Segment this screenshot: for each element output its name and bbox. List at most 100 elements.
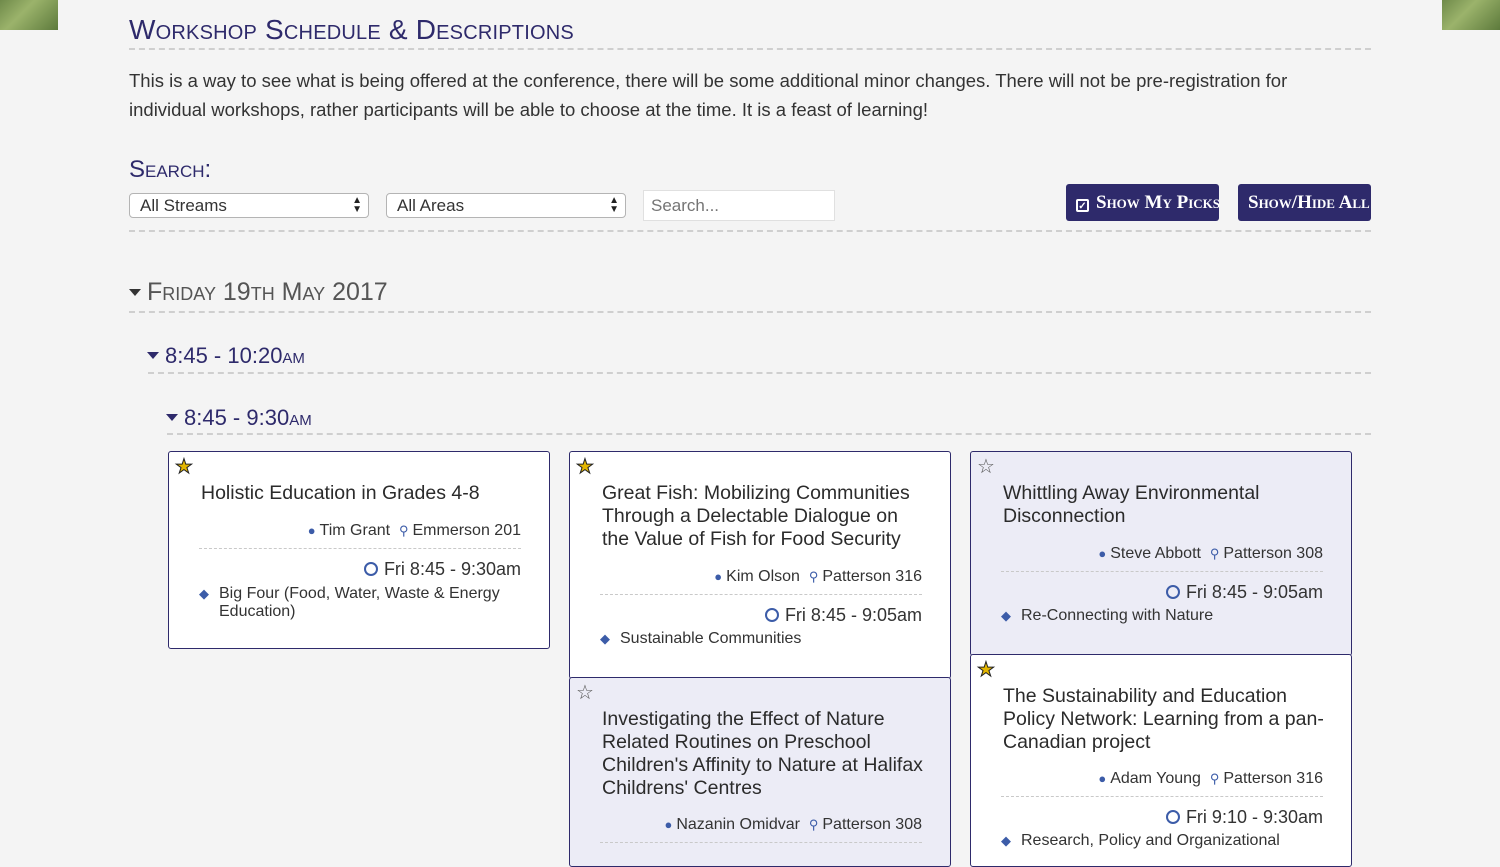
time-slot-label: 8:45 - 9:30am (184, 405, 312, 430)
workshop-meta: ● Steve Abbott ⚲ Patterson 308 (1098, 545, 1323, 563)
areas-select-value: All Areas (397, 196, 465, 215)
workshop-title: The Sustainability and Education Policy … (1003, 685, 1324, 753)
search-label: Search: (129, 156, 212, 183)
card-divider (600, 594, 922, 595)
stream-label: Re-Connecting with Nature (1021, 607, 1214, 624)
show-hide-all-label: Show/Hide All (1248, 192, 1370, 213)
workshop-card[interactable]: ★ Holistic Education in Grades 4-8 ● Tim … (168, 451, 550, 649)
workshop-time: Fri 8:45 - 9:30am (363, 559, 521, 580)
presenter: Steve Abbott (1110, 545, 1201, 562)
divider (129, 48, 1371, 50)
areas-select[interactable]: All Areas ▲ ▼ (386, 193, 626, 218)
workshop-stream: ◆ Re-Connecting with Nature (1001, 607, 1311, 625)
clock-icon (1165, 810, 1180, 824)
map-pin-icon: ⚲ (1209, 546, 1220, 561)
caret-down-icon (166, 414, 178, 421)
caret-down-icon (147, 352, 159, 359)
card-divider (1001, 796, 1323, 797)
header-photo-left (0, 0, 58, 30)
checkbox-icon: ✓ (1076, 199, 1089, 212)
divider (148, 372, 1371, 374)
workshop-stream: ◆ Big Four (Food, Water, Waste & Energy E… (199, 585, 509, 621)
presenter: Tim Grant (319, 522, 391, 539)
map-pin-icon: ⚲ (398, 523, 409, 538)
card-divider (199, 548, 521, 549)
workshop-card[interactable]: ☆ Investigating the Effect of Nature Rel… (569, 677, 951, 867)
time-slot-heading[interactable]: 8:45 - 9:30am (166, 405, 312, 431)
star-pick-icon[interactable]: ★ (175, 457, 194, 478)
time-label: Fri 8:45 - 9:30am (383, 559, 521, 579)
day-label: Friday 19th May 2017 (147, 278, 388, 306)
streams-select-value: All Streams (140, 196, 227, 215)
stream-label: Research, Policy and Organizational (1021, 832, 1280, 849)
map-pin-icon: ⚲ (808, 817, 819, 832)
time-label: Fri 8:45 - 9:05am (1185, 582, 1323, 602)
card-divider (1001, 571, 1323, 572)
room: Patterson 316 (1223, 770, 1323, 787)
search-input[interactable] (643, 190, 835, 221)
workshop-meta: ● Adam Young ⚲ Patterson 316 (1098, 770, 1323, 788)
divider (129, 311, 1371, 313)
tag-icon: ◆ (1001, 833, 1011, 848)
star-pick-icon[interactable]: ★ (576, 457, 595, 478)
presenter: Nazanin Omidvar (676, 816, 800, 833)
person-icon: ● (1098, 546, 1107, 561)
person-icon: ● (714, 569, 723, 584)
workshop-stream: ◆ Research, Policy and Organizational (1001, 832, 1311, 850)
tag-icon: ◆ (600, 631, 610, 646)
header-photo-right (1442, 0, 1500, 30)
person-icon: ● (664, 817, 673, 832)
show-my-picks-button[interactable]: ✓ Show My Picks (1066, 184, 1221, 221)
time-label: Fri 9:10 - 9:30am (1185, 807, 1323, 827)
star-outline-icon[interactable]: ☆ (977, 457, 995, 477)
select-arrows-icon: ▲ ▼ (352, 195, 362, 215)
select-arrows-icon: ▲ ▼ (609, 195, 619, 215)
workshop-meta: ● Tim Grant ⚲ Emmerson 201 (308, 522, 521, 540)
caret-down-icon (129, 289, 141, 296)
workshop-meta: ● Nazanin Omidvar ⚲ Patterson 308 (664, 816, 922, 834)
workshop-card[interactable]: ★ The Sustainability and Education Polic… (970, 654, 1352, 867)
clock-icon (1165, 585, 1180, 599)
workshop-card[interactable]: ★ Great Fish: Mobilizing Communities Thr… (569, 451, 951, 679)
workshop-title: Great Fish: Mobilizing Communities Throu… (602, 482, 910, 550)
workshop-stream: ◆ Sustainable Communities (600, 630, 910, 648)
time-block-label: 8:45 - 10:20am (165, 343, 305, 368)
workshop-time: Fri 8:45 - 9:05am (1165, 582, 1323, 603)
room: Emmerson 201 (412, 522, 522, 539)
map-pin-icon: ⚲ (1209, 771, 1220, 786)
day-heading[interactable]: Friday 19th May 2017 (129, 278, 388, 307)
time-label: Fri 8:45 - 9:05am (784, 605, 922, 625)
person-icon: ● (1098, 771, 1107, 786)
stream-label: Big Four (Food, Water, Waste & Energy Ed… (219, 585, 500, 620)
workshop-title: Investigating the Effect of Nature Relat… (602, 708, 923, 799)
tag-icon: ◆ (199, 586, 209, 601)
workshop-card[interactable]: ☆ Whittling Away Environmental Disconnec… (970, 451, 1352, 656)
intro-text: This is a way to see what is being offer… (129, 70, 1288, 120)
tag-icon: ◆ (1001, 608, 1011, 623)
show-my-picks-label: Show My Picks (1096, 192, 1221, 213)
room: Patterson 316 (822, 568, 922, 585)
workshop-time: Fri 8:45 - 9:05am (764, 605, 922, 626)
streams-select[interactable]: All Streams ▲ ▼ (129, 193, 369, 218)
divider (167, 433, 1371, 435)
show-hide-all-button[interactable]: Show/Hide All (1238, 184, 1371, 221)
star-pick-icon[interactable]: ★ (977, 660, 996, 681)
presenter: Kim Olson (726, 568, 800, 585)
card-divider (600, 842, 922, 843)
person-icon: ● (307, 523, 316, 538)
workshop-title: Holistic Education in Grades 4-8 (201, 482, 480, 504)
clock-icon (363, 562, 378, 576)
clock-icon (764, 608, 779, 622)
page-title: Workshop Schedule & Descriptions (129, 14, 574, 45)
star-outline-icon[interactable]: ☆ (576, 683, 594, 703)
presenter: Adam Young (1110, 770, 1201, 787)
workshop-title: Whittling Away Environmental Disconnecti… (1003, 482, 1260, 527)
workshop-time: Fri 9:10 - 9:30am (1165, 807, 1323, 828)
room: Patterson 308 (1223, 545, 1323, 562)
room: Patterson 308 (822, 816, 922, 833)
map-pin-icon: ⚲ (808, 569, 819, 584)
divider (129, 230, 1371, 232)
time-block-heading[interactable]: 8:45 - 10:20am (147, 343, 305, 369)
workshop-meta: ● Kim Olson ⚲ Patterson 316 (714, 568, 922, 586)
stream-label: Sustainable Communities (620, 630, 802, 647)
